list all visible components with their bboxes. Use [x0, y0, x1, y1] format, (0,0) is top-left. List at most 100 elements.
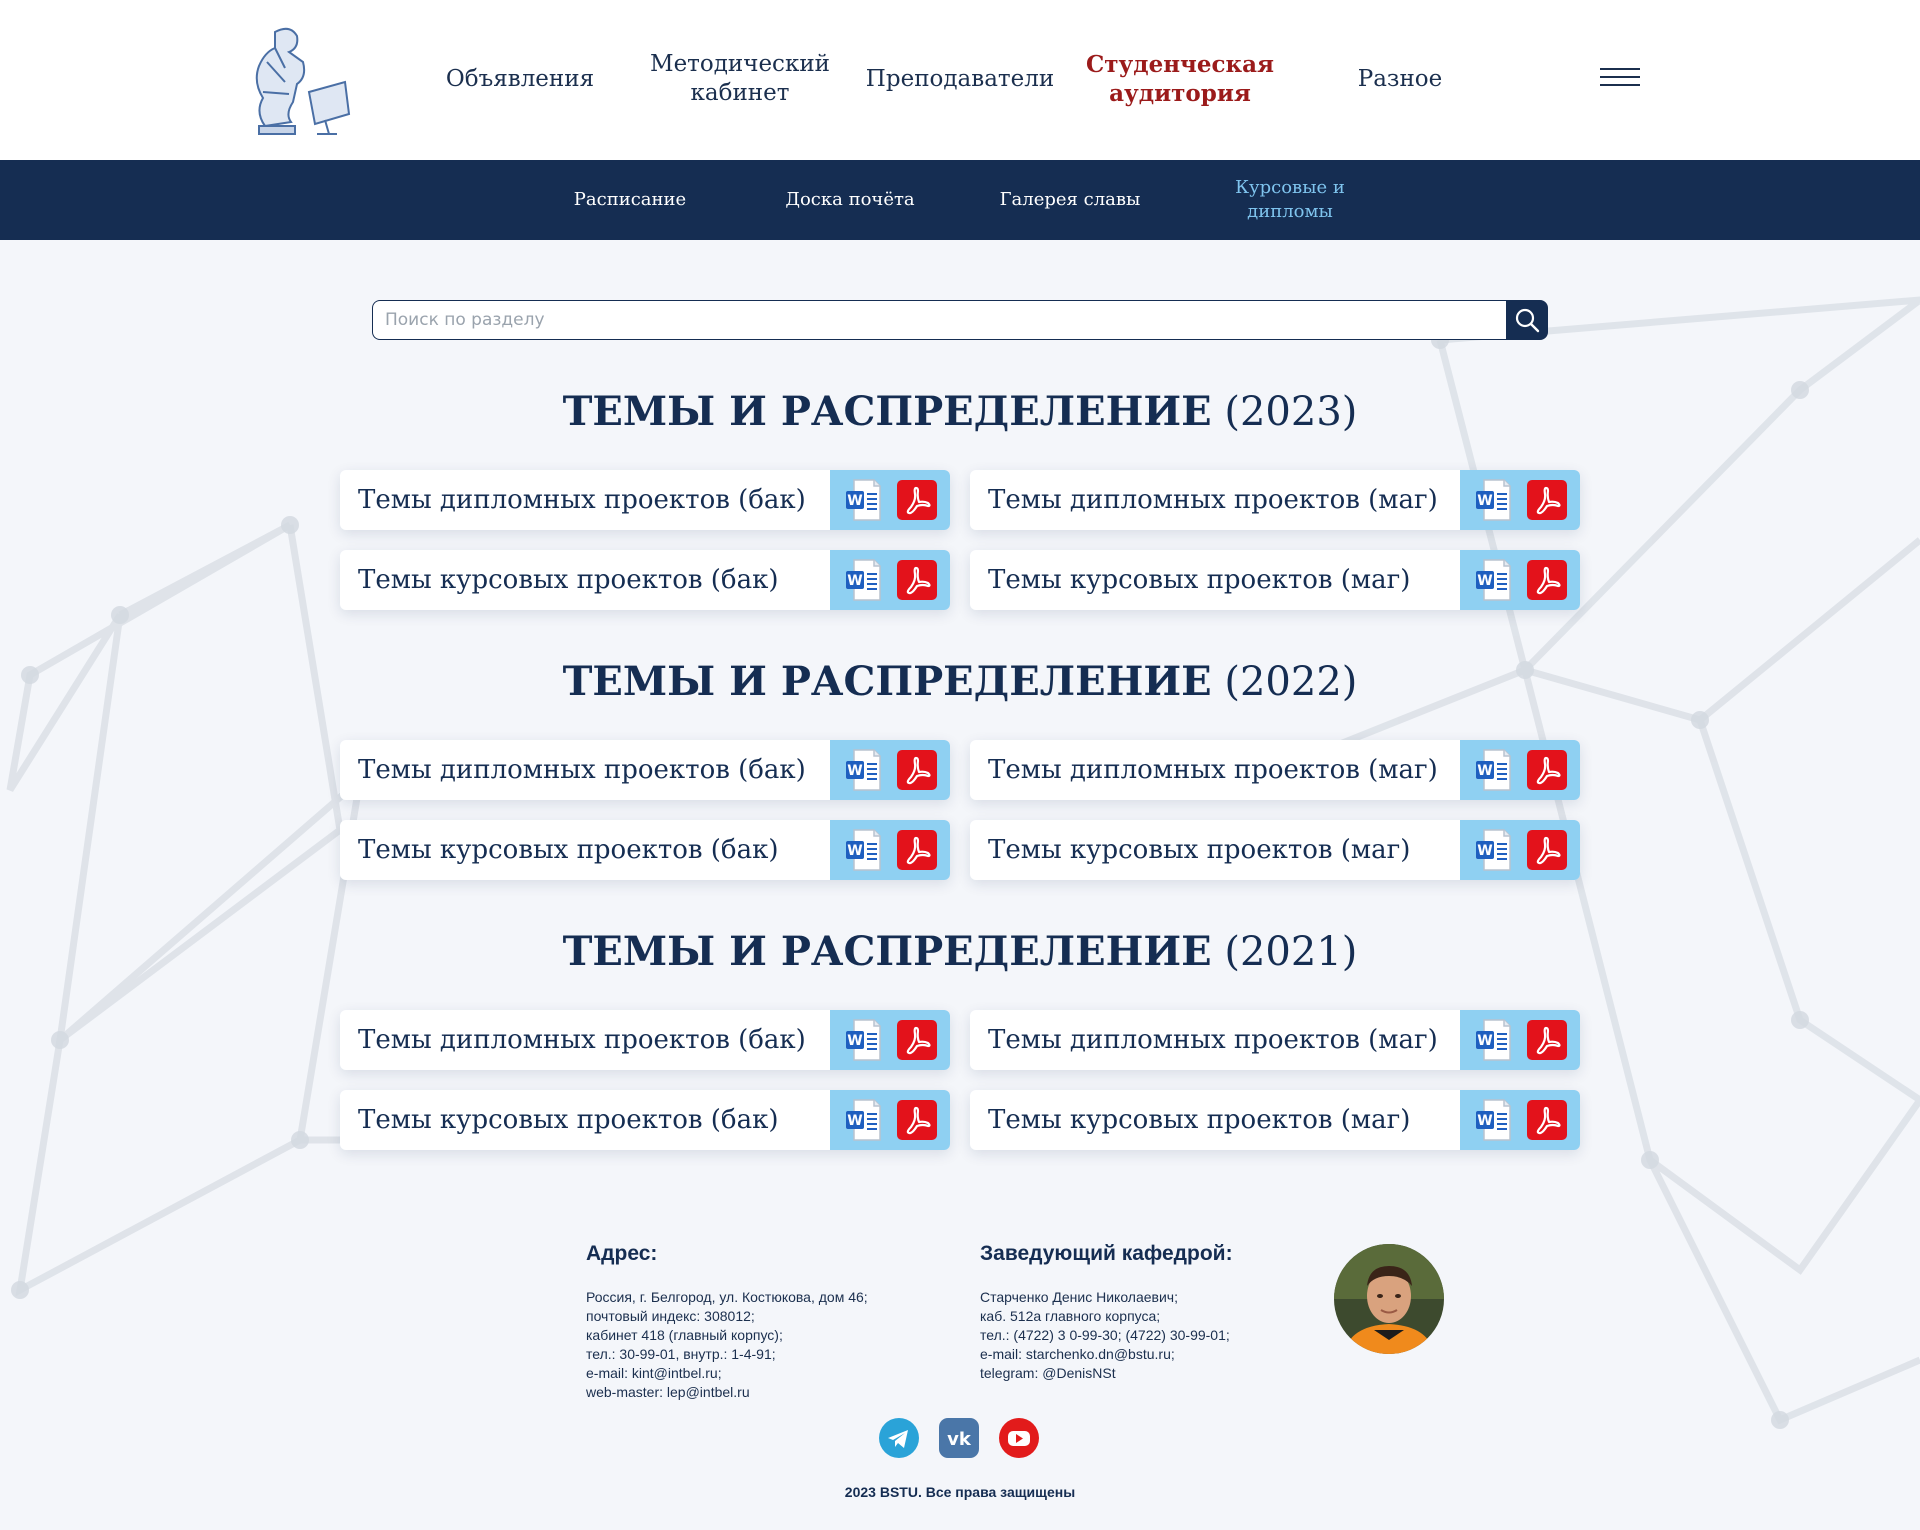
word-doc-icon[interactable]: W	[843, 1099, 883, 1141]
file-card-downloads: W	[830, 1010, 950, 1070]
word-doc-icon[interactable]: W	[1473, 749, 1513, 791]
file-card: Темы курсовых проектов (маг) W	[970, 1090, 1580, 1150]
file-card: Темы курсовых проектов (бак) W	[340, 550, 950, 610]
nav-item-teachers[interactable]: Преподаватели	[850, 44, 1070, 114]
file-card-label: Темы курсовых проектов (маг)	[988, 565, 1411, 595]
footer-address-heading: Адрес:	[586, 1242, 658, 1265]
file-card-downloads: W	[1460, 740, 1580, 800]
file-card: Темы дипломных проектов (маг) W	[970, 470, 1580, 530]
file-card-downloads: W	[1460, 1010, 1580, 1070]
file-card-label: Темы дипломных проектов (маг)	[988, 485, 1438, 515]
footer-head-line: Старченко Денис Николаевич;	[980, 1289, 1178, 1305]
word-doc-icon[interactable]: W	[843, 479, 883, 521]
word-doc-icon[interactable]: W	[843, 829, 883, 871]
footer-department-head: Заведующий кафедрой: Старченко Денис Ник…	[980, 1242, 1233, 1383]
file-card-label: Темы дипломных проектов (маг)	[988, 1025, 1438, 1055]
search-icon	[1515, 308, 1540, 333]
pdf-icon[interactable]	[896, 559, 937, 601]
footer-address-email[interactable]: e-mail: kint@intbel.ru;	[586, 1364, 868, 1383]
nav-item-student-auditorium[interactable]: Студенческая аудитория	[1070, 44, 1290, 114]
subnav-item-coursework-diplomas-label: Курсовые и дипломы	[1235, 177, 1345, 222]
file-card-label: Темы курсовых проектов (бак)	[358, 835, 779, 865]
file-card-label: Темы дипломных проектов (маг)	[988, 755, 1438, 785]
footer-address-webmaster[interactable]: web-master: lep@intbel.ru	[586, 1383, 868, 1402]
footer-head-email[interactable]: e-mail: starchenko.dn@bstu.ru;	[980, 1345, 1233, 1364]
section-title-2022: ТЕМЫ И РАСПРЕДЕЛЕНИЕ (2022)	[0, 658, 1920, 705]
pdf-icon[interactable]	[896, 479, 937, 521]
word-doc-icon[interactable]: W	[1473, 559, 1513, 601]
top-header: Объявления Методический кабинет Преподав…	[0, 0, 1920, 160]
nav-item-misc[interactable]: Разное	[1290, 44, 1510, 114]
svg-text:W: W	[1478, 843, 1493, 859]
pdf-icon[interactable]	[1526, 1099, 1567, 1141]
pdf-icon[interactable]	[1526, 479, 1567, 521]
pdf-icon[interactable]	[1526, 749, 1567, 791]
nav-item-announcements[interactable]: Объявления	[410, 44, 630, 114]
vk-icon[interactable]: vk	[939, 1418, 979, 1458]
footer-head-line: каб. 512а главного корпуса;	[980, 1308, 1161, 1324]
file-card-downloads: W	[830, 820, 950, 880]
footer-head-line: тел.: (4722) 3 0-99-30; (4722) 30-99-01;	[980, 1327, 1230, 1343]
file-card: Темы дипломных проектов (маг) W	[970, 1010, 1580, 1070]
footer-address-line: тел.: 30-99-01, внутр.: 1-4-91;	[586, 1346, 776, 1362]
section-title-text: ТЕМЫ И РАСПРЕДЕЛЕНИЕ	[562, 658, 1212, 705]
pdf-icon[interactable]	[896, 1019, 937, 1061]
site-logo[interactable]	[245, 22, 355, 137]
section-title-text: ТЕМЫ И РАСПРЕДЕЛЕНИЕ	[562, 388, 1212, 435]
word-doc-icon[interactable]: W	[843, 749, 883, 791]
subnav-item-honor-board[interactable]: Доска почёта	[740, 160, 960, 240]
subnav-item-schedule[interactable]: Расписание	[520, 160, 740, 240]
svg-text:W: W	[848, 843, 863, 859]
telegram-icon[interactable]	[879, 1418, 919, 1458]
section-year: (2022)	[1224, 659, 1358, 705]
footer-address-line: кабинет 418 (главный корпус);	[586, 1327, 783, 1343]
svg-text:W: W	[848, 493, 863, 509]
word-doc-icon[interactable]: W	[843, 559, 883, 601]
word-doc-icon[interactable]: W	[1473, 479, 1513, 521]
section-search	[372, 300, 1548, 340]
footer-address-line: почтовый индекс: 308012;	[586, 1308, 755, 1324]
footer-address: Адрес: Россия, г. Белгород, ул. Костюков…	[586, 1242, 868, 1402]
svg-text:W: W	[1478, 1033, 1493, 1049]
pdf-icon[interactable]	[896, 1099, 937, 1141]
file-card-label: Темы курсовых проектов (маг)	[988, 1105, 1411, 1135]
nav-item-methodical-cabinet[interactable]: Методический кабинет	[630, 44, 850, 114]
file-card-downloads: W	[830, 740, 950, 800]
search-input[interactable]	[372, 300, 1508, 340]
file-card-label: Темы дипломных проектов (бак)	[358, 1025, 806, 1055]
footer-address-line: Россия, г. Белгород, ул. Костюкова, дом …	[586, 1289, 868, 1305]
svg-text:W: W	[848, 573, 863, 589]
pdf-icon[interactable]	[1526, 1019, 1567, 1061]
youtube-icon[interactable]	[999, 1418, 1039, 1458]
svg-text:W: W	[1478, 763, 1493, 779]
copyright: 2023 BSTU. Все права защищены	[844, 1484, 1076, 1500]
word-doc-icon[interactable]: W	[1473, 1019, 1513, 1061]
pdf-icon[interactable]	[896, 829, 937, 871]
svg-text:W: W	[1478, 573, 1493, 589]
section-year: (2021)	[1224, 929, 1358, 975]
file-card: Темы дипломных проектов (бак) W	[340, 740, 950, 800]
footer-head-telegram[interactable]: telegram: @DenisNSt	[980, 1364, 1233, 1383]
section-title-2023: ТЕМЫ И РАСПРЕДЕЛЕНИЕ (2023)	[0, 388, 1920, 435]
pdf-icon[interactable]	[1526, 829, 1567, 871]
file-card-label: Темы курсовых проектов (маг)	[988, 835, 1411, 865]
footer-head-heading: Заведующий кафедрой:	[980, 1242, 1233, 1265]
subnav-item-coursework-diplomas[interactable]: Курсовые и дипломы	[1180, 160, 1400, 240]
file-card-downloads: W	[1460, 820, 1580, 880]
word-doc-icon[interactable]: W	[1473, 829, 1513, 871]
file-card-downloads: W	[1460, 470, 1580, 530]
file-card: Темы дипломных проектов (бак) W	[340, 1010, 950, 1070]
file-card-downloads: W	[830, 550, 950, 610]
svg-text:W: W	[1478, 1113, 1493, 1129]
svg-text:W: W	[1478, 493, 1493, 509]
hamburger-menu-icon[interactable]	[1600, 68, 1640, 90]
search-button[interactable]	[1506, 300, 1548, 340]
subnav-item-hall-of-fame[interactable]: Галерея славы	[960, 160, 1180, 240]
word-doc-icon[interactable]: W	[843, 1019, 883, 1061]
section-title-2021: ТЕМЫ И РАСПРЕДЕЛЕНИЕ (2021)	[0, 928, 1920, 975]
pdf-icon[interactable]	[896, 749, 937, 791]
sub-navigation: Расписание Доска почёта Галерея славы Ку…	[0, 160, 1920, 240]
word-doc-icon[interactable]: W	[1473, 1099, 1513, 1141]
pdf-icon[interactable]	[1526, 559, 1567, 601]
file-card-label: Темы дипломных проектов (бак)	[358, 755, 806, 785]
